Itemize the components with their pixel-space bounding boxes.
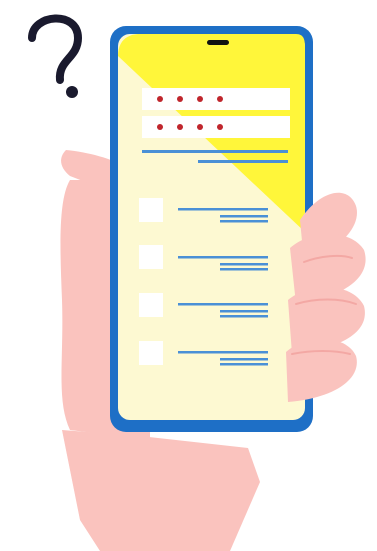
checkbox[interactable] (139, 293, 163, 317)
illustration-canvas (0, 0, 377, 551)
text-line (178, 351, 268, 354)
text-line (220, 263, 268, 266)
question-mark-icon (28, 14, 83, 98)
mask-dot (217, 124, 223, 130)
text-line (178, 303, 268, 306)
hand-holding-phone-illustration (28, 14, 366, 551)
text-line (178, 256, 268, 259)
text-line (220, 358, 268, 361)
checkbox[interactable] (139, 198, 163, 222)
text-line (142, 150, 288, 153)
password-field[interactable] (142, 88, 290, 110)
password-confirm-field[interactable] (142, 116, 290, 138)
checkbox[interactable] (139, 341, 163, 365)
text-line (220, 268, 268, 271)
checkbox[interactable] (139, 245, 163, 269)
mask-dot (197, 96, 203, 102)
mask-dot (157, 96, 163, 102)
finger-bottom (286, 338, 357, 402)
mask-dot (217, 96, 223, 102)
text-line (220, 215, 268, 218)
mask-dot (177, 124, 183, 130)
password-field-box[interactable] (142, 88, 290, 110)
text-line (220, 310, 268, 313)
question-mark-dot (66, 86, 78, 98)
text-line (198, 160, 288, 163)
text-line (178, 208, 268, 211)
password-field-box[interactable] (142, 116, 290, 138)
question-mark-hook (28, 14, 83, 84)
text-line (220, 220, 268, 223)
mask-dot (177, 96, 183, 102)
mask-dot (157, 124, 163, 130)
text-line (220, 363, 268, 366)
notch-icon (207, 40, 229, 45)
wrist (62, 430, 260, 551)
mask-dot (197, 124, 203, 130)
text-line (220, 315, 268, 318)
